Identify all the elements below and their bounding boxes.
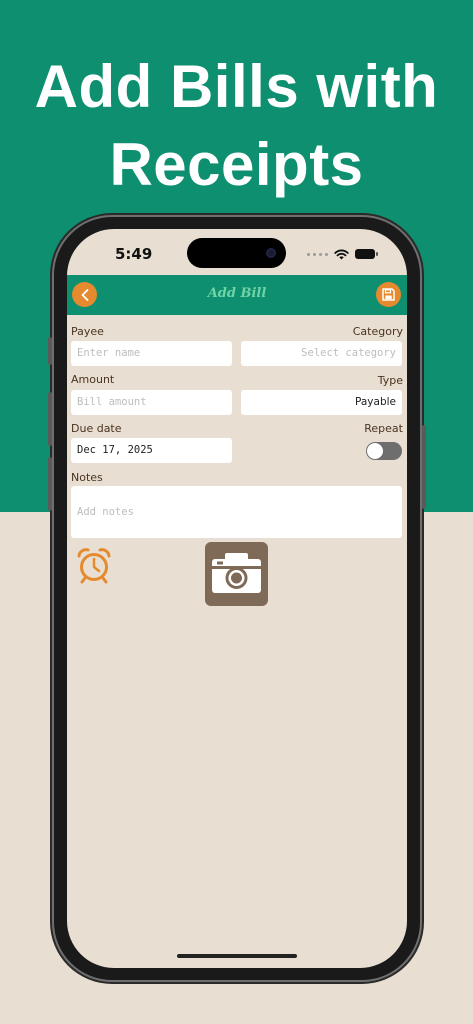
status-icons — [307, 247, 378, 261]
dynamic-island — [187, 238, 286, 268]
page-title: Add Bill — [207, 286, 267, 301]
notes-textarea[interactable]: Add notes — [71, 486, 402, 538]
phone-mute-switch — [48, 337, 52, 365]
save-button[interactable] — [376, 282, 401, 307]
due-date-label: Due date — [71, 422, 122, 435]
amount-label: Amount — [71, 373, 115, 386]
phone-screen: 5:49 Add Bill Payee Category Enter name … — [67, 229, 407, 968]
payee-input[interactable]: Enter name — [71, 341, 232, 366]
status-time: 5:49 — [115, 245, 153, 263]
add-bill-form: Payee Category Enter name Select categor… — [67, 315, 407, 968]
front-camera — [266, 248, 276, 258]
phone-volume-down-button — [48, 457, 52, 511]
reminder-button[interactable] — [76, 547, 112, 585]
status-bar: 5:49 — [67, 229, 407, 275]
type-select[interactable]: Payable — [241, 390, 402, 415]
app-bar: Add Bill — [67, 275, 407, 315]
floppy-disk-icon — [382, 288, 395, 301]
signal-dots-icon — [307, 252, 328, 256]
notes-placeholder: Add notes — [77, 506, 134, 518]
camera-icon — [212, 553, 261, 593]
repeat-label: Repeat — [364, 422, 403, 435]
battery-icon — [355, 249, 378, 259]
due-date-picker[interactable]: Dec 17, 2025 — [71, 438, 232, 463]
alarm-clock-icon — [77, 548, 111, 584]
home-indicator — [177, 954, 297, 958]
wifi-icon — [334, 249, 349, 259]
amount-input[interactable]: Bill amount — [71, 390, 232, 415]
toggle-knob — [367, 443, 383, 459]
payee-label: Payee — [71, 325, 104, 338]
phone-volume-up-button — [48, 392, 52, 446]
phone-power-button — [422, 425, 426, 509]
type-label: Type — [377, 374, 403, 387]
category-label: Category — [352, 325, 403, 338]
repeat-toggle[interactable] — [366, 442, 402, 460]
headline-line-1: Add Bills with — [34, 53, 439, 120]
promo-headline: Add Bills with Receipts — [0, 48, 473, 204]
notes-label: Notes — [71, 471, 103, 484]
phone-frame: 5:49 Add Bill Payee Category Enter name … — [48, 217, 426, 980]
headline-line-2: Receipts — [109, 131, 364, 198]
add-receipt-button[interactable] — [205, 542, 268, 606]
category-select[interactable]: Select category — [241, 341, 402, 366]
